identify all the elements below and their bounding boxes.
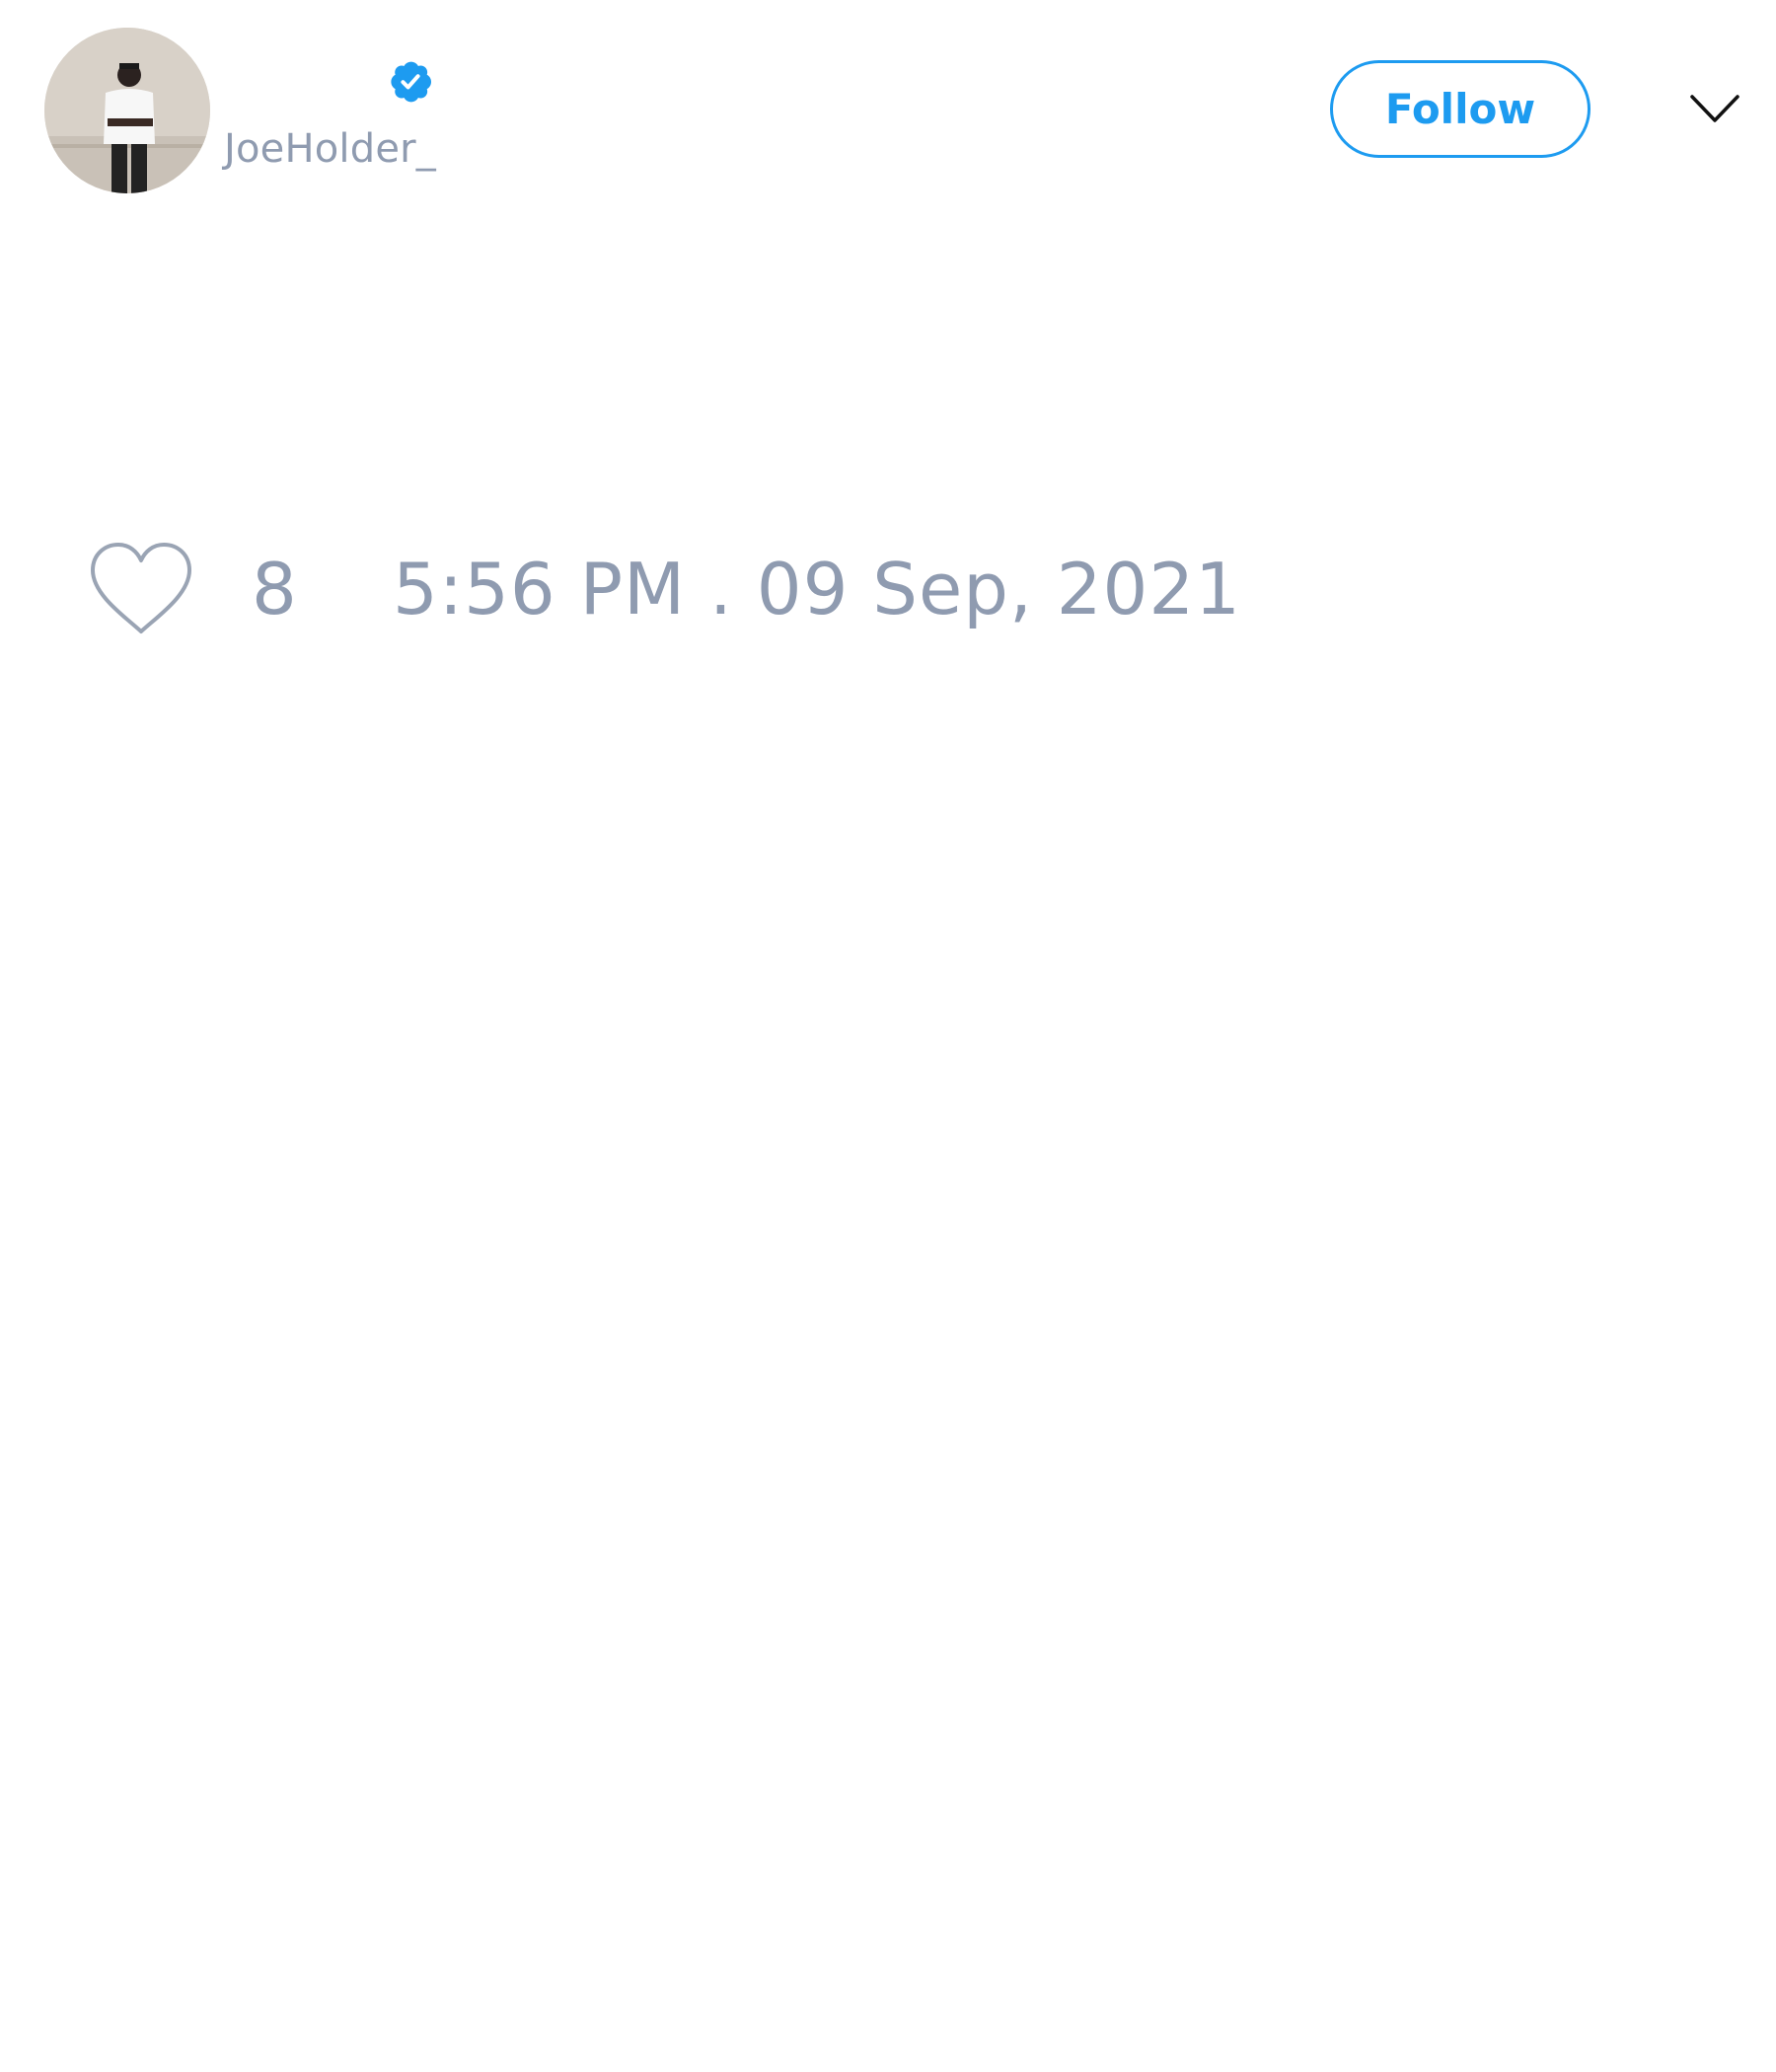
follow-button[interactable]: Follow [1330,60,1591,158]
verified-badge-icon [391,61,431,103]
author-handle[interactable]: JoeHolder_ [224,126,436,172]
heart-icon[interactable] [87,541,195,635]
tweet-timestamp[interactable]: 5:56 PM . 09 Sep, 2021 [393,545,1241,633]
avatar[interactable] [44,28,210,193]
like-count: 8 [252,548,297,630]
tweet-card: JoeHolder_ Follow 8 5:56 PM . 09 Sep, 20… [0,0,1776,2072]
avatar-image [44,28,210,193]
chevron-down-icon[interactable] [1689,91,1740,126]
